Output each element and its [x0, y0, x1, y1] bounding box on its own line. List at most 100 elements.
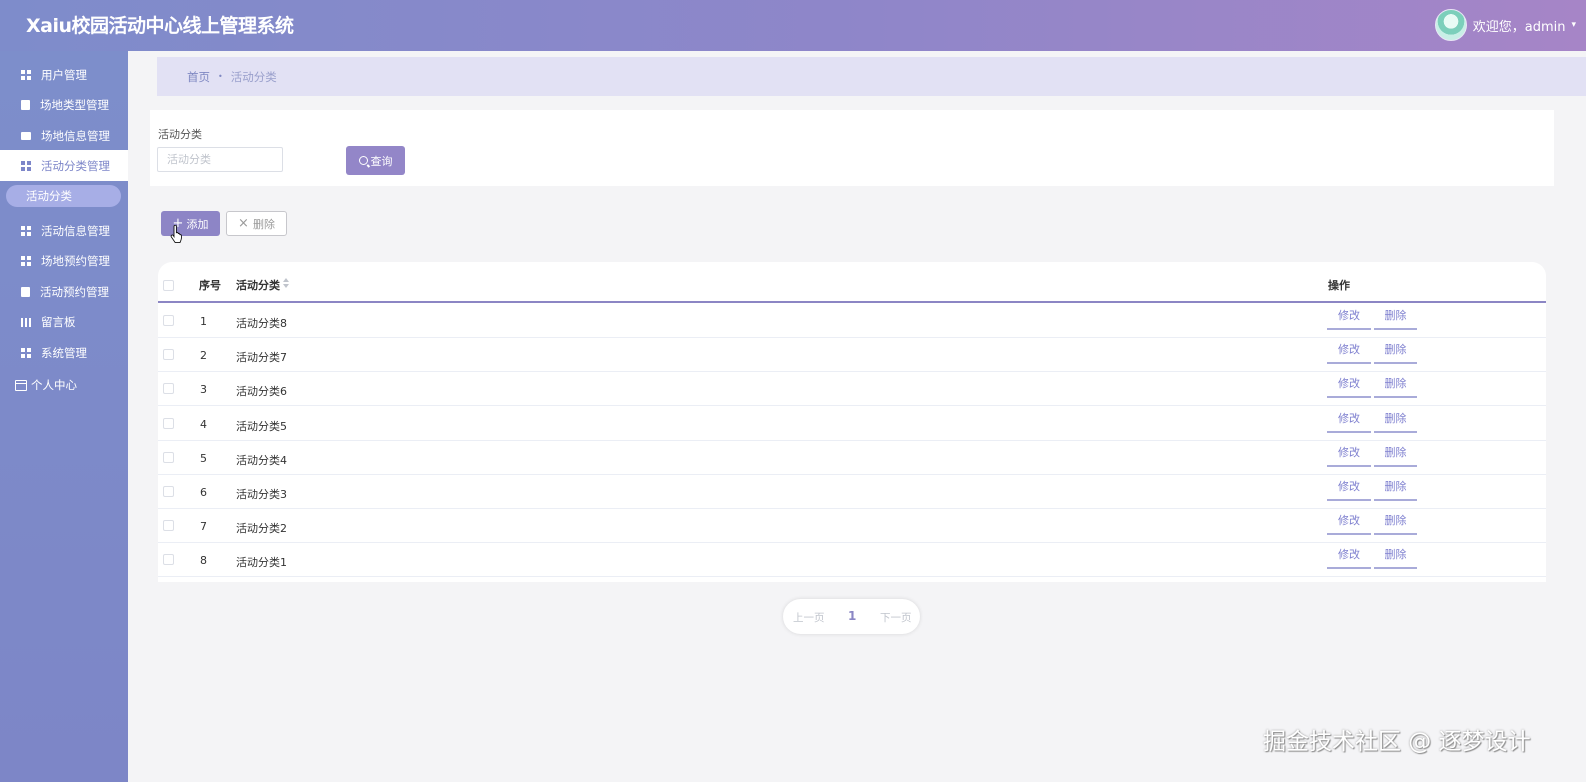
- sidebar-item-label: 系统管理: [41, 345, 87, 360]
- row-index: 3: [200, 383, 207, 397]
- sidebar-item-profile[interactable]: 个人中心: [15, 377, 77, 393]
- table-header: 序号 活动分类 操作: [158, 262, 1546, 303]
- chat-icon: [21, 131, 31, 140]
- page-number[interactable]: 1: [848, 609, 856, 623]
- grid-icon: [21, 225, 31, 236]
- row-checkbox[interactable]: [163, 486, 174, 497]
- delete-row-button[interactable]: 删除: [1374, 374, 1417, 399]
- row-checkbox[interactable]: [163, 417, 174, 429]
- category-table: 序号 活动分类 操作 1 活动分类8 修改 删除 2 活动分类7 修改 删除 3 活动分类6 修改删…: [158, 262, 1546, 582]
- sidebar-item-label: 场地类型管理: [40, 97, 109, 112]
- row-category: 活动分类8: [236, 317, 287, 330]
- breadcrumb-current: 活动分类: [230, 69, 277, 84]
- card-icon: [15, 379, 27, 391]
- sidebar-item-message-board[interactable]: 留言板: [0, 306, 128, 337]
- table-row: 4 活动分类5 修改 删除: [158, 406, 1546, 441]
- delete-row-button[interactable]: 删除: [1374, 306, 1417, 330]
- sidebar-subitem-activity-category[interactable]: 活动分类: [6, 185, 121, 207]
- row-category: 活动分类2: [236, 522, 287, 536]
- close-icon: ×: [238, 216, 249, 231]
- grid-icon: [21, 69, 31, 80]
- delete-row-button[interactable]: 删除: [1374, 545, 1417, 570]
- breadcrumb-home[interactable]: 首页: [187, 69, 210, 85]
- edit-button[interactable]: 修改: [1327, 306, 1371, 330]
- row-checkbox[interactable]: [163, 520, 174, 532]
- sort-icon[interactable]: [283, 277, 289, 289]
- row-index: 1: [200, 315, 207, 328]
- sidebar-item-label: 场地信息管理: [41, 128, 110, 143]
- row-index: 7: [200, 520, 207, 534]
- edit-button[interactable]: 修改: [1327, 477, 1371, 501]
- board-icon: [21, 316, 31, 327]
- edit-button[interactable]: 修改: [1327, 545, 1371, 570]
- sidebar-item-user-management[interactable]: 用户管理: [0, 59, 128, 90]
- top-bar: Xaiu校园活动中心线上管理系统 欢迎您，admin ▾: [0, 0, 1586, 51]
- sidebar-item-activity-category-management[interactable]: 活动分类管理: [0, 150, 128, 181]
- category-search-input[interactable]: [157, 147, 283, 172]
- sidebar-item-venue-info-management[interactable]: 场地信息管理: [0, 120, 128, 151]
- table-row: 8 活动分类1 修改 删除: [158, 542, 1546, 578]
- sidebar-item-activity-booking-management[interactable]: 活动预约管理: [0, 276, 128, 307]
- row-checkbox[interactable]: [163, 315, 174, 326]
- row-checkbox[interactable]: [163, 349, 174, 361]
- column-header-category[interactable]: 活动分类: [236, 277, 280, 293]
- delete-button-label: 删除: [252, 217, 275, 231]
- avatar[interactable]: [1434, 9, 1467, 41]
- table-row: 1 活动分类8 修改 删除: [158, 303, 1546, 338]
- sidebar-item-label: 留言板: [41, 314, 76, 329]
- app-title: Xaiu校园活动中心线上管理系统: [26, 15, 294, 37]
- query-button[interactable]: 查询: [346, 146, 405, 175]
- row-index: 2: [200, 349, 207, 363]
- sidebar-item-label: 用户管理: [41, 67, 87, 82]
- row-index: 6: [200, 486, 207, 499]
- sidebar: 用户管理 场地类型管理 场地信息管理 活动分类管理 活动分类 活动信息管理 场地…: [0, 51, 128, 782]
- edit-button[interactable]: 修改: [1327, 409, 1371, 433]
- table-row: 2 活动分类7 修改 删除: [158, 337, 1546, 373]
- delete-row-button[interactable]: 删除: [1374, 409, 1417, 433]
- query-button-label: 查询: [370, 154, 393, 168]
- delete-row-button[interactable]: 删除: [1374, 340, 1417, 365]
- table-row: 3 活动分类6 修改 删除: [158, 371, 1546, 407]
- column-header-actions: 操作: [1328, 279, 1350, 292]
- watermark: 掘金技术社区 @ 逐梦设计: [1263, 729, 1531, 755]
- row-index: 5: [200, 451, 207, 465]
- sidebar-item-activity-info-management[interactable]: 活动信息管理: [0, 215, 128, 246]
- clipboard-icon: [21, 286, 30, 297]
- row-index: 4: [200, 417, 207, 431]
- edit-button[interactable]: 修改: [1327, 511, 1371, 536]
- search-icon: [358, 156, 368, 165]
- search-label: 活动分类: [158, 128, 202, 141]
- welcome-text[interactable]: 欢迎您，admin: [1473, 16, 1566, 35]
- table-row: 5 活动分类4 修改 删除: [158, 440, 1546, 475]
- delete-row-button[interactable]: 删除: [1374, 511, 1417, 536]
- delete-row-button[interactable]: 删除: [1374, 477, 1417, 501]
- sidebar-item-venue-booking-management[interactable]: 场地预约管理: [0, 245, 128, 276]
- search-panel: 活动分类 查询: [150, 110, 1554, 186]
- row-checkbox[interactable]: [163, 451, 174, 463]
- row-category: 活动分类7: [236, 351, 287, 365]
- clipboard-icon: [21, 99, 30, 110]
- caret-down-icon[interactable]: ▾: [1571, 20, 1576, 30]
- user-menu[interactable]: 欢迎您，admin ▾: [1434, 9, 1576, 41]
- batch-delete-button[interactable]: × 删除: [226, 211, 287, 236]
- row-checkbox[interactable]: [163, 383, 174, 395]
- sidebar-item-label: 个人中心: [31, 378, 77, 392]
- add-button-label: 添加: [186, 217, 209, 231]
- sidebar-item-system-management[interactable]: 系统管理: [0, 337, 128, 368]
- edit-button[interactable]: 修改: [1327, 374, 1371, 399]
- table-row: 6 活动分类3 修改 删除: [158, 474, 1546, 509]
- edit-button[interactable]: 修改: [1327, 443, 1371, 467]
- grid-icon: [21, 255, 31, 266]
- prev-page-button[interactable]: 上一页: [793, 610, 825, 625]
- edit-button[interactable]: 修改: [1327, 340, 1371, 365]
- breadcrumb-separator: •: [218, 72, 223, 81]
- next-page-button[interactable]: 下一页: [880, 610, 912, 625]
- delete-row-button[interactable]: 删除: [1374, 443, 1417, 467]
- row-checkbox[interactable]: [163, 554, 174, 566]
- row-category: 活动分类4: [236, 453, 287, 467]
- sidebar-item-venue-type-management[interactable]: 场地类型管理: [0, 89, 128, 120]
- select-all-checkbox[interactable]: [163, 280, 174, 291]
- row-category: 活动分类6: [236, 385, 287, 399]
- sidebar-item-label: 活动信息管理: [41, 223, 110, 238]
- hand-cursor-icon: [170, 225, 182, 244]
